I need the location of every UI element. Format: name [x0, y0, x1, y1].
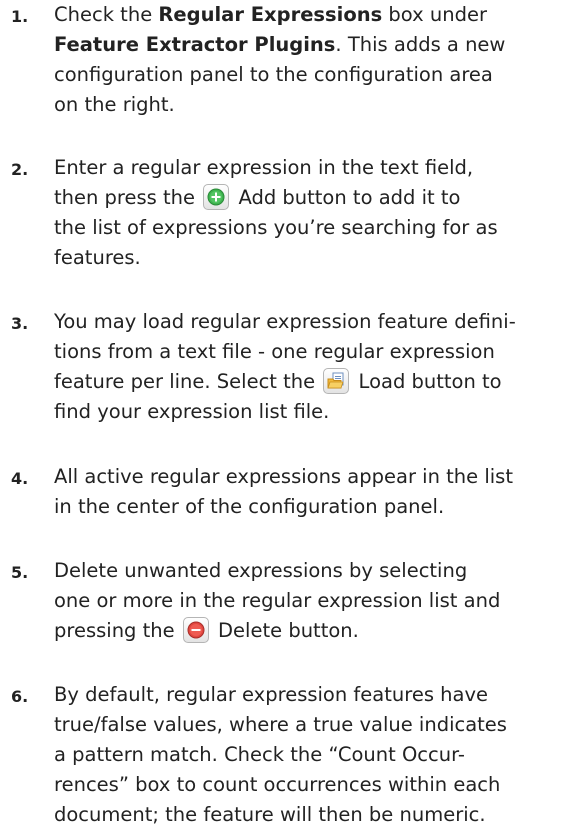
step-line: a pattern match. Check the “Count Occur-	[54, 743, 465, 766]
text-run: . This adds a new	[335, 33, 506, 56]
step-line: Feature Extractor Plugins. This adds a n…	[54, 30, 505, 60]
step-line: pressing the Delete button.	[54, 616, 359, 646]
step-line: configuration panel to the configuration…	[54, 63, 493, 86]
step-line: Delete unwanted expressions by selecting	[54, 559, 468, 582]
text-run: Add button to add it to	[238, 186, 461, 209]
step-line: on the right.	[54, 93, 175, 116]
step-line: in the center of the configuration panel…	[54, 495, 445, 518]
load-icon	[323, 368, 350, 394]
text-run: then press the	[54, 186, 196, 209]
step-line: then press the Add button to add it to	[54, 183, 460, 213]
delete-icon	[182, 617, 209, 643]
text-run: Delete button.	[218, 619, 359, 642]
add-icon	[203, 184, 230, 210]
text-run: Check the	[54, 3, 159, 26]
text-run: Load button to	[358, 370, 502, 393]
text-run: pressing the	[54, 619, 175, 642]
step-number: 1.	[11, 7, 29, 26]
step-line: By default, regular expression features …	[54, 683, 489, 706]
step-line: Enter a regular expression in the text f…	[54, 156, 474, 179]
text-run: feature per line. Select the	[54, 370, 316, 393]
step-number: 3.	[11, 314, 29, 333]
bold-text-run: Regular Expressions	[158, 3, 383, 26]
step-line: the list of expressions you’re searching…	[54, 216, 498, 239]
step-line: rences” box to count occurrences within …	[54, 773, 501, 796]
step-line: tions from a text file - one regular exp…	[54, 340, 495, 363]
step-line: feature per line. Select the Load button…	[54, 367, 502, 397]
step-line: one or more in the regular expression li…	[54, 589, 501, 612]
step-number: 6.	[11, 687, 29, 706]
step-number: 5.	[11, 563, 29, 582]
step-number: 2.	[11, 160, 29, 179]
step-line: document; the feature will then be numer…	[54, 803, 486, 826]
bold-text-run: Feature Extractor Plugins	[54, 33, 336, 56]
step-number: 4.	[11, 469, 29, 488]
text-run: box under	[382, 3, 487, 26]
step-line: Check the Regular Expressions box under	[54, 0, 487, 30]
step-line: find your expression list file.	[54, 400, 330, 423]
step-line: All active regular expressions appear in…	[54, 465, 513, 488]
step-line: features.	[54, 246, 141, 269]
step-line: You may load regular expression feature …	[54, 310, 516, 333]
step-line: true/false values, where a true value in…	[54, 713, 507, 736]
